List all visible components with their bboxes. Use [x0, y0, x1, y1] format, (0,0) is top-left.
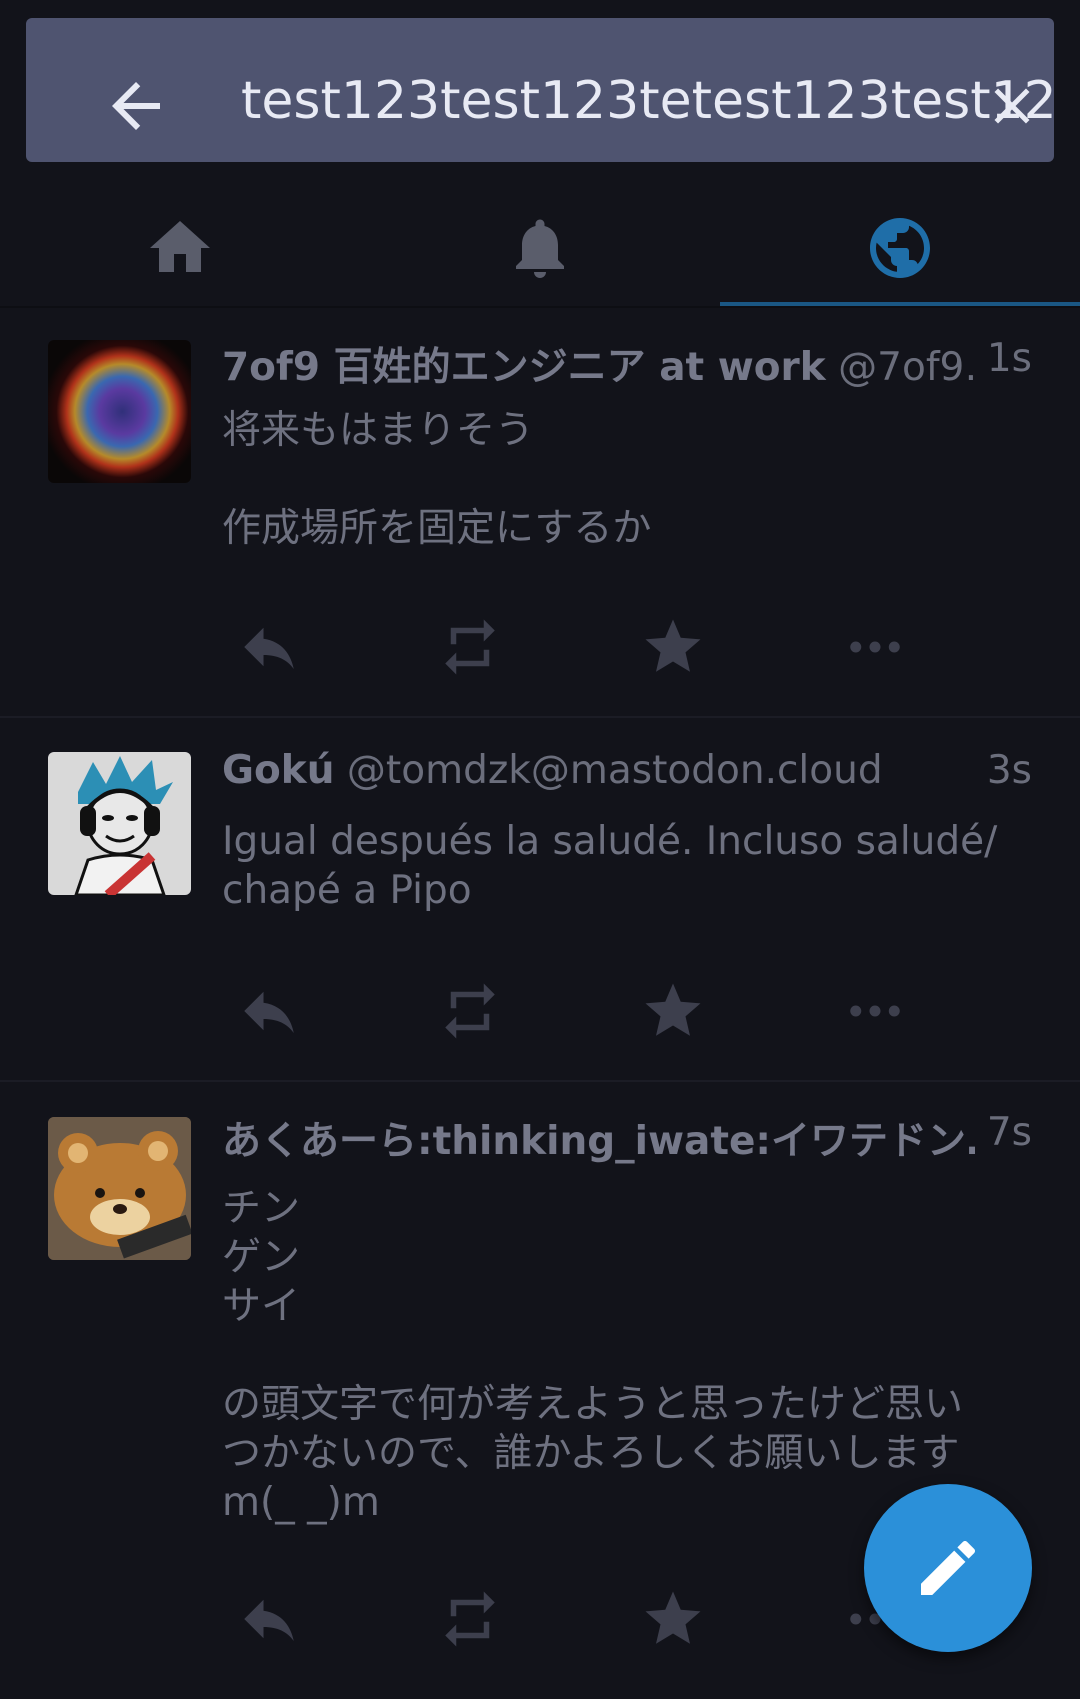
boost-icon [445, 619, 495, 675]
compose-button[interactable] [864, 1484, 1032, 1652]
status-header: Gokú @tomdzk@mastodon.cloud 3s [222, 748, 1032, 808]
status-time: 3s [974, 748, 1032, 793]
more-button[interactable] [830, 970, 920, 1050]
boost-icon [445, 983, 495, 1039]
tab-notifications[interactable] [360, 180, 720, 308]
boost-icon [445, 1591, 495, 1647]
reply-icon [244, 627, 294, 669]
favourite-icon [645, 983, 701, 1036]
tab-home[interactable] [0, 180, 360, 308]
status-item[interactable]: Gokú @tomdzk@mastodon.cloud 3s Igual des… [0, 718, 1080, 1080]
reply-icon [244, 991, 294, 1033]
account-handle: @tomdzk@mastodon.cloud [346, 748, 883, 793]
avatar[interactable] [48, 752, 191, 895]
app-root: 7of9 百姓的エンジニア at work @7of9… 1s 将来もはまりそう… [0, 0, 1080, 1699]
favourite-button[interactable] [628, 970, 718, 1050]
arrow-left-icon[interactable] [100, 70, 172, 142]
status-content: チン ゲン サイ の頭文字で何が考えようと思ったけど思い つかないので、誰かよろ… [222, 1186, 964, 1525]
boost-button[interactable] [425, 970, 515, 1050]
pencil-icon [921, 1540, 976, 1595]
status-header: あくあーら:thinking_iwate:イワテドン… 7s [222, 1110, 1032, 1170]
home-icon [150, 221, 210, 272]
status-time: 1s [974, 336, 1032, 381]
reply-icon [244, 1599, 294, 1641]
status-content: 将来もはまりそう 作成場所を固定にするか [222, 408, 652, 551]
favourite-icon [645, 1591, 701, 1644]
favourite-button[interactable] [628, 1578, 718, 1658]
reply-button[interactable] [224, 970, 314, 1050]
more-icon [850, 641, 900, 653]
more-button[interactable] [830, 606, 920, 686]
search-input[interactable] [241, 56, 1054, 146]
display-name[interactable]: Gokú [222, 748, 335, 793]
reply-button[interactable] [224, 1578, 314, 1658]
close-icon[interactable] [982, 76, 1042, 136]
favourite-icon [645, 619, 701, 672]
avatar[interactable] [48, 1117, 191, 1260]
globe-icon [870, 218, 930, 278]
tab-federated[interactable] [720, 180, 1080, 308]
display-name[interactable]: 7of9 百姓的エンジニア at work [222, 345, 826, 390]
status-item[interactable]: 7of9 百姓的エンジニア at work @7of9… 1s 将来もはまりそう… [0, 308, 1080, 716]
reply-button[interactable] [224, 606, 314, 686]
search-bar [26, 18, 1054, 162]
status-content: Igual después la saludé. Incluso saludé/… [222, 819, 998, 913]
avatar[interactable] [48, 340, 191, 483]
boost-button[interactable] [425, 606, 515, 686]
more-icon [850, 1005, 900, 1017]
status-header: 7of9 百姓的エンジニア at work @7of9… 1s [222, 336, 1032, 396]
timeline-tabs [0, 180, 1080, 308]
favourite-button[interactable] [628, 606, 718, 686]
display-name[interactable]: あくあーら:thinking_iwate:イワテドン… [222, 1119, 1005, 1164]
status-time: 7s [974, 1110, 1032, 1155]
bell-icon [516, 219, 564, 278]
boost-button[interactable] [425, 1578, 515, 1658]
